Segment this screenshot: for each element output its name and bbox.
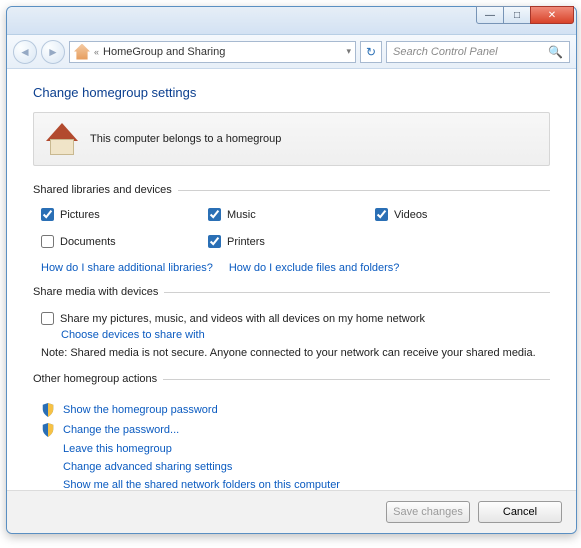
breadcrumb-prefix: « bbox=[94, 47, 99, 57]
checkbox-printers[interactable]: Printers bbox=[208, 235, 375, 248]
cancel-button[interactable]: Cancel bbox=[478, 501, 562, 523]
checkbox-printers-input[interactable] bbox=[208, 235, 221, 248]
page-title: Change homegroup settings bbox=[33, 85, 550, 100]
link-choose-devices[interactable]: Choose devices to share with bbox=[61, 329, 542, 341]
media-note: Note: Shared media is not secure. Anyone… bbox=[41, 347, 542, 359]
breadcrumb[interactable]: HomeGroup and Sharing bbox=[103, 46, 225, 58]
share-media-section: Share media with devices Share my pictur… bbox=[33, 286, 550, 365]
checkbox-videos[interactable]: Videos bbox=[375, 208, 542, 221]
control-panel-window: — □ ✕ ◄ ► « HomeGroup and Sharing ▾ ↻ Se… bbox=[6, 6, 577, 534]
shield-icon bbox=[41, 423, 55, 437]
other-actions-section: Other homegroup actions Show the homegro… bbox=[33, 373, 550, 490]
chevron-down-icon[interactable]: ▾ bbox=[346, 46, 351, 57]
checkbox-share-media[interactable]: Share my pictures, music, and videos wit… bbox=[41, 312, 542, 325]
search-icon: 🔍 bbox=[548, 45, 563, 59]
link-show-password[interactable]: Show the homegroup password bbox=[63, 404, 218, 416]
back-button[interactable]: ◄ bbox=[13, 40, 37, 64]
checkbox-music[interactable]: Music bbox=[208, 208, 375, 221]
checkbox-music-input[interactable] bbox=[208, 208, 221, 221]
shared-libraries-section: Shared libraries and devices Pictures Mu… bbox=[33, 184, 550, 278]
content-pane: Change homegroup settings This computer … bbox=[7, 69, 576, 490]
refresh-button[interactable]: ↻ bbox=[360, 41, 382, 63]
checkbox-music-label: Music bbox=[227, 209, 256, 221]
titlebar: — □ ✕ bbox=[7, 7, 576, 35]
shared-libraries-legend: Shared libraries and devices bbox=[33, 184, 178, 196]
search-placeholder: Search Control Panel bbox=[393, 46, 498, 58]
checkbox-documents-label: Documents bbox=[60, 236, 116, 248]
house-icon bbox=[46, 123, 78, 155]
banner-text: This computer belongs to a homegroup bbox=[90, 133, 281, 145]
link-leave-homegroup[interactable]: Leave this homegroup bbox=[63, 443, 172, 455]
address-bar[interactable]: « HomeGroup and Sharing ▾ bbox=[69, 41, 356, 63]
forward-button[interactable]: ► bbox=[41, 40, 65, 64]
link-exclude-files[interactable]: How do I exclude files and folders? bbox=[229, 262, 400, 274]
status-banner: This computer belongs to a homegroup bbox=[33, 112, 550, 166]
minimize-button[interactable]: — bbox=[476, 6, 504, 24]
checkbox-share-media-input[interactable] bbox=[41, 312, 54, 325]
other-actions-legend: Other homegroup actions bbox=[33, 373, 163, 385]
link-share-additional[interactable]: How do I share additional libraries? bbox=[41, 262, 213, 274]
checkbox-videos-label: Videos bbox=[394, 209, 427, 221]
checkbox-share-media-label: Share my pictures, music, and videos wit… bbox=[60, 313, 425, 325]
checkbox-pictures-label: Pictures bbox=[60, 209, 100, 221]
navigation-bar: ◄ ► « HomeGroup and Sharing ▾ ↻ Search C… bbox=[7, 35, 576, 69]
maximize-button[interactable]: □ bbox=[503, 6, 531, 24]
search-input[interactable]: Search Control Panel 🔍 bbox=[386, 41, 570, 63]
link-advanced-sharing[interactable]: Change advanced sharing settings bbox=[63, 461, 232, 473]
shield-icon bbox=[41, 403, 55, 417]
checkbox-documents[interactable]: Documents bbox=[41, 235, 208, 248]
save-button[interactable]: Save changes bbox=[386, 501, 470, 523]
link-change-password[interactable]: Change the password... bbox=[63, 424, 179, 436]
home-icon bbox=[74, 44, 90, 60]
checkbox-pictures-input[interactable] bbox=[41, 208, 54, 221]
checkbox-videos-input[interactable] bbox=[375, 208, 388, 221]
checkbox-pictures[interactable]: Pictures bbox=[41, 208, 208, 221]
footer-bar: Save changes Cancel bbox=[7, 490, 576, 533]
link-show-all-folders[interactable]: Show me all the shared network folders o… bbox=[63, 479, 340, 490]
close-button[interactable]: ✕ bbox=[530, 6, 574, 24]
checkbox-printers-label: Printers bbox=[227, 236, 265, 248]
share-media-legend: Share media with devices bbox=[33, 286, 164, 298]
checkbox-documents-input[interactable] bbox=[41, 235, 54, 248]
